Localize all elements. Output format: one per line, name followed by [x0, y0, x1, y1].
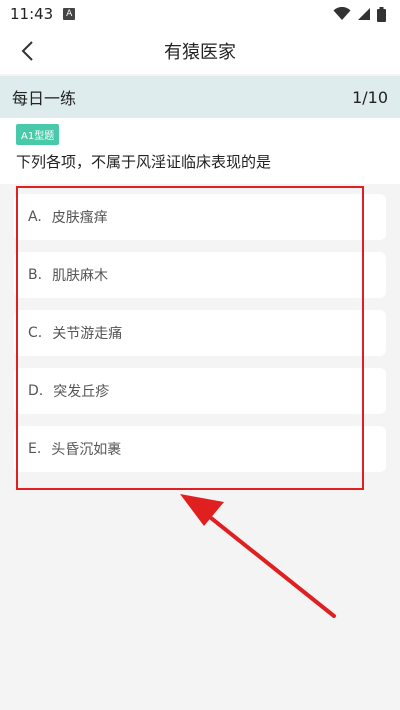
section-header: 每日一练 1/10	[0, 76, 400, 118]
wifi-icon	[333, 7, 351, 20]
notification-icon: A	[63, 8, 76, 20]
option-text: 肌肤麻木	[52, 268, 109, 284]
question-progress: 1/10	[352, 87, 388, 107]
section-title: 每日一练	[12, 89, 77, 108]
status-bar: 11:43 A	[0, 0, 400, 28]
option-text: 关节游走痛	[52, 326, 123, 342]
option-text: 头昏沉如裹	[51, 442, 122, 458]
option-e[interactable]: E. 头昏沉如裹	[14, 426, 386, 472]
back-button[interactable]	[12, 36, 42, 66]
status-time: 11:43	[10, 5, 54, 23]
battery-icon	[377, 6, 386, 22]
status-right	[333, 6, 386, 22]
option-list: A. 皮肤瘙痒 B. 肌肤麻木 C. 关节游走痛 D. 突发丘疹 E. 头昏沉如…	[14, 194, 386, 484]
option-text: 皮肤瘙痒	[51, 210, 108, 226]
option-letter: E.	[28, 441, 42, 457]
option-a[interactable]: A. 皮肤瘙痒	[14, 194, 386, 240]
page-title: 有猿医家	[164, 42, 236, 63]
option-d[interactable]: D. 突发丘疹	[14, 368, 386, 414]
status-left: 11:43 A	[10, 5, 76, 23]
option-c[interactable]: C. 关节游走痛	[14, 310, 386, 356]
option-letter: D.	[28, 383, 44, 399]
question-type-badge: A1型题	[16, 124, 60, 145]
option-letter: B.	[28, 267, 43, 283]
nav-bar: 有猿医家	[0, 28, 400, 74]
question-area: A1型题 下列各项，不属于风淫证临床表现的是	[0, 118, 400, 184]
back-arrow-icon	[21, 41, 33, 61]
option-text: 突发丘疹	[53, 384, 110, 400]
option-b[interactable]: B. 肌肤麻木	[14, 252, 386, 298]
signal-icon	[358, 8, 370, 20]
option-letter: C.	[28, 325, 43, 341]
question-text: 下列各项，不属于风淫证临床表现的是	[16, 153, 272, 171]
option-letter: A.	[28, 209, 42, 225]
